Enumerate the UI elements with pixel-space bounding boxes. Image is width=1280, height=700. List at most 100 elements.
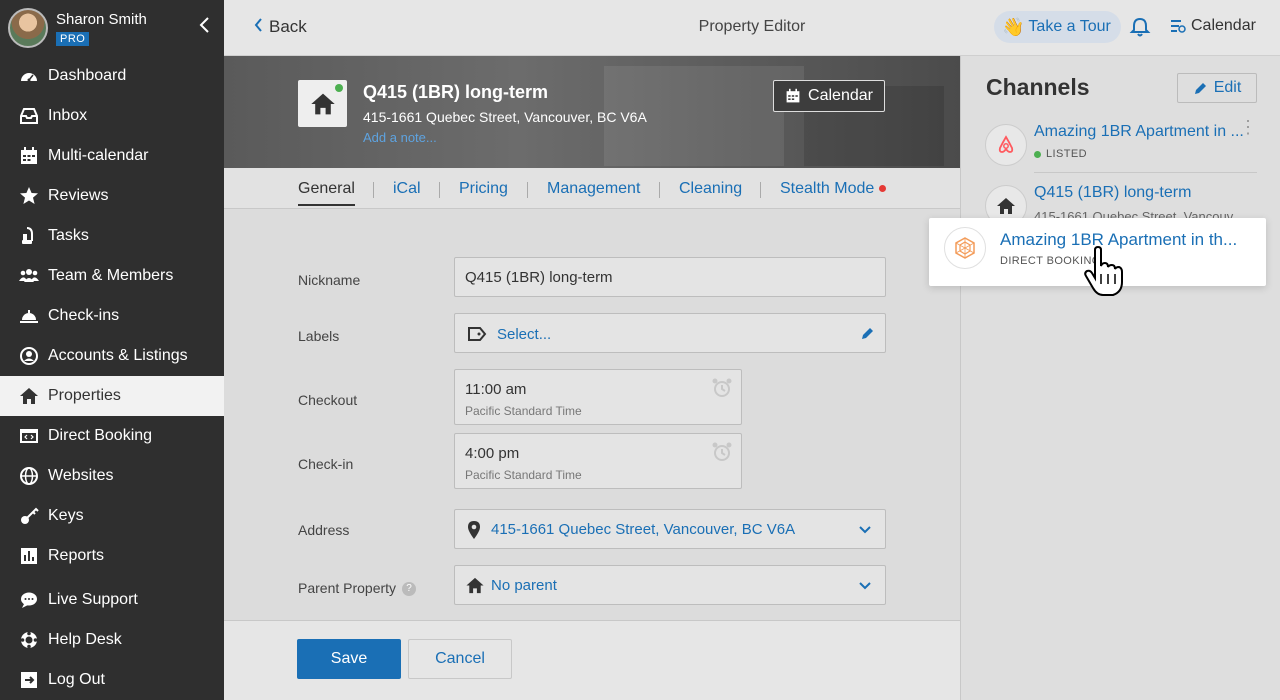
avatar[interactable] <box>8 8 48 48</box>
property-editor: Q415 (1BR) long-term 415-1661 Quebec Str… <box>224 56 960 700</box>
take-a-tour-button[interactable]: 👋 Take a Tour <box>994 11 1121 43</box>
sidebar-item-label: Websites <box>48 467 114 484</box>
channel-divider <box>1034 172 1257 173</box>
tag-icon <box>468 327 487 341</box>
tab-management[interactable]: Management <box>547 180 640 198</box>
alert-dot <box>879 185 887 193</box>
sidebar-item-label: Keys <box>48 507 84 524</box>
tab-pricing[interactable]: Pricing <box>459 180 508 198</box>
collapse-sidebar-icon[interactable] <box>192 16 216 40</box>
channel-name: Q415 (1BR) long-term <box>1034 184 1192 201</box>
sidebar-item-websites[interactable]: Websites <box>0 456 224 496</box>
address-value: 415-1661 Quebec Street, Vancouver, BC V6… <box>491 521 796 538</box>
sidebar-item-reports[interactable]: Reports <box>0 536 224 576</box>
add-note-link[interactable]: Add a note... <box>363 130 437 145</box>
calendar-button-label: Calendar <box>808 87 873 104</box>
sidebar-item-check-ins[interactable]: Check-ins <box>0 296 224 336</box>
property-calendar-button[interactable]: Calendar <box>773 80 885 112</box>
dashboard-icon <box>18 65 40 87</box>
back-button[interactable]: Back <box>254 17 307 37</box>
more-options-icon[interactable]: ⋮ <box>1239 118 1257 136</box>
nickname-label: Nickname <box>298 272 361 288</box>
property-header: Q415 (1BR) long-term 415-1661 Quebec Str… <box>224 56 960 168</box>
labels-select[interactable]: Select... <box>454 313 886 353</box>
general-form: Nickname Q415 (1BR) long-term Labels Sel… <box>224 209 960 621</box>
sidebar-item-properties[interactable]: Properties <box>0 376 224 416</box>
checkin-time-value: 4:00 pm <box>465 445 520 462</box>
calendar-icon <box>786 88 800 103</box>
sidebar-item-log-out[interactable]: Log Out <box>0 660 224 700</box>
listed-status-dot <box>1034 150 1041 158</box>
notifications-bell-icon[interactable] <box>1129 16 1151 38</box>
channel-status-label: LISTED <box>1046 148 1087 160</box>
pencil-icon[interactable] <box>860 326 875 341</box>
pro-badge: PRO <box>56 32 90 46</box>
logout-icon <box>18 669 40 691</box>
chart-icon <box>18 545 40 567</box>
alarm-clock-icon <box>712 442 732 461</box>
checkin-time-input[interactable]: 4:00 pm Pacific Standard Time <box>454 433 742 489</box>
checkin-label: Check-in <box>298 456 354 472</box>
chevron-left-icon <box>254 17 263 37</box>
cancel-button[interactable]: Cancel <box>408 639 512 679</box>
account-icon <box>18 345 40 367</box>
calendar-list-icon <box>1171 20 1186 33</box>
property-thumbnail <box>298 80 347 127</box>
home-icon <box>18 385 40 407</box>
home-icon <box>466 577 484 594</box>
key-icon <box>18 505 40 527</box>
sidebar-item-tasks[interactable]: Tasks <box>0 216 224 256</box>
tab-cleaning[interactable]: Cleaning <box>679 180 742 198</box>
address-select[interactable]: 415-1661 Quebec Street, Vancouver, BC V6… <box>454 509 886 549</box>
sidebar-item-label: Live Support <box>48 591 138 608</box>
sidebar-item-reviews[interactable]: Reviews <box>0 176 224 216</box>
user-name: Sharon Smith <box>56 11 147 28</box>
tab-separator <box>373 182 374 198</box>
back-label: Back <box>269 17 307 36</box>
parent-property-select[interactable]: No parent <box>454 565 886 605</box>
sidebar-bottom-nav: Live Support Help Desk Log Out <box>0 580 224 700</box>
property-title: Q415 (1BR) long-term <box>363 82 549 102</box>
home-icon <box>310 93 335 114</box>
form-footer: Save Cancel <box>224 620 960 700</box>
team-icon <box>18 265 40 287</box>
tab-stealth-mode[interactable]: Stealth Mode <box>780 180 887 198</box>
save-button[interactable]: Save <box>297 639 401 679</box>
sidebar-item-dashboard[interactable]: Dashboard <box>0 56 224 96</box>
top-calendar-link[interactable]: Calendar <box>1170 17 1256 35</box>
nickname-input[interactable]: Q415 (1BR) long-term <box>454 257 886 297</box>
checkout-time-input[interactable]: 11:00 am Pacific Standard Time <box>454 369 742 425</box>
sidebar-nav: Dashboard Inbox Multi-calendar Reviews T… <box>0 56 224 576</box>
waving-hand-icon: 👋 <box>1002 16 1025 37</box>
address-label: Address <box>298 522 350 538</box>
online-status-dot <box>335 84 343 92</box>
sidebar-item-live-support[interactable]: Live Support <box>0 580 224 620</box>
tab-separator <box>760 182 761 198</box>
checkin-timezone: Pacific Standard Time <box>465 468 582 482</box>
globe-icon <box>18 465 40 487</box>
sidebar-item-multi-calendar[interactable]: Multi-calendar <box>0 136 224 176</box>
sidebar-item-accounts[interactable]: Accounts & Listings <box>0 336 224 376</box>
channel-status: LISTED <box>1034 148 1087 160</box>
help-icon[interactable]: ? <box>402 582 417 597</box>
labels-label: Labels <box>298 328 340 344</box>
sidebar-item-help-desk[interactable]: Help Desk <box>0 620 224 660</box>
channels-edit-button[interactable]: Edit <box>1177 73 1257 103</box>
calendar-label: Calendar <box>1191 17 1256 34</box>
channel-item-airbnb[interactable]: Amazing 1BR Apartment in ... LISTED ⋮ <box>985 118 1257 176</box>
tab-ical[interactable]: iCal <box>393 180 421 198</box>
parent-property-label: Parent Property? <box>298 580 417 597</box>
code-window-icon <box>18 425 40 447</box>
editor-tabs: General iCal Pricing Management Cleaning… <box>224 168 960 209</box>
sidebar-item-label: Reviews <box>48 187 109 204</box>
tab-general[interactable]: General <box>298 180 355 206</box>
sidebar-item-inbox[interactable]: Inbox <box>0 96 224 136</box>
tab-separator <box>659 182 660 198</box>
sidebar-item-direct-booking[interactable]: Direct Booking <box>0 416 224 456</box>
calendar-icon <box>18 145 40 167</box>
user-profile[interactable]: Sharon Smith PRO <box>8 8 216 48</box>
sidebar-item-team[interactable]: Team & Members <box>0 256 224 296</box>
tab-separator <box>439 182 440 198</box>
sidebar-item-keys[interactable]: Keys <box>0 496 224 536</box>
direct-booking-icon <box>944 227 986 269</box>
